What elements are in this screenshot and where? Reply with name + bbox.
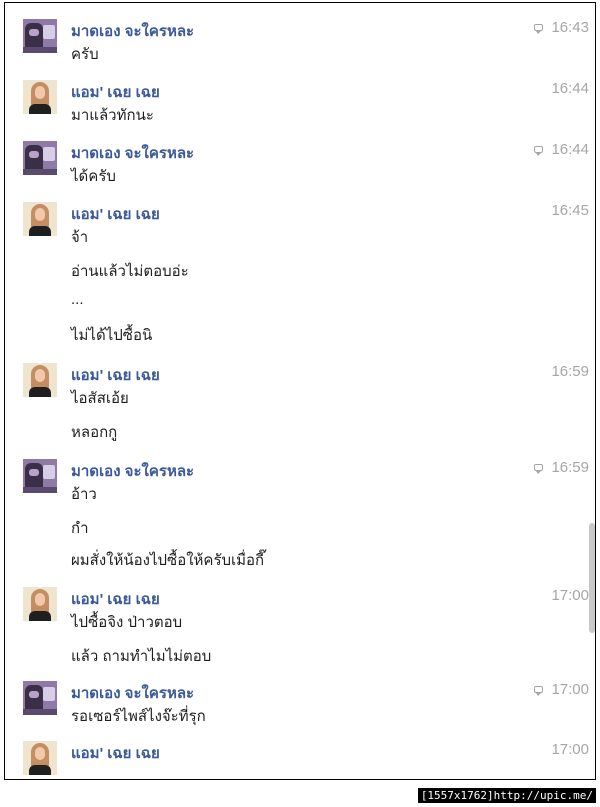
message-time: 16:59 — [551, 363, 589, 380]
message-time: 16:43 — [551, 19, 589, 36]
female-avatar[interactable] — [23, 587, 57, 621]
message-text: ไอสัสเอ้ย — [71, 390, 129, 407]
message-time: 16:59 — [551, 459, 589, 476]
message-time: 16:44 — [551, 80, 589, 97]
message-time: 16:44 — [551, 141, 589, 158]
scrollbar-thumb[interactable] — [589, 523, 595, 633]
message-text: ครับ — [71, 46, 99, 63]
read-receipt-icon — [534, 464, 543, 474]
sender-name[interactable]: มาดเอง จะใครหละ — [71, 141, 194, 165]
sender-name[interactable]: แอม' เฉย เฉย — [71, 80, 160, 104]
message-text: อ้าว — [71, 486, 97, 503]
sender-name[interactable]: แอม' เฉย เฉย — [71, 587, 160, 611]
message-time: 16:45 — [551, 202, 589, 219]
message-text: ผมสั่งให้น้องไปซื้อให้ครับเมื่อกี๊ — [71, 552, 265, 569]
male-avatar[interactable] — [23, 459, 57, 493]
message-text: กำ — [71, 520, 89, 537]
male-avatar[interactable] — [23, 681, 57, 715]
message-text: มาแล้วทักนะ — [71, 107, 154, 124]
sender-name[interactable]: แอม' เฉย เฉย — [71, 741, 160, 765]
message-text: รอเซอร์ไพส์ไงจ๊ะที่รุก — [71, 708, 206, 725]
message-text: จ้า — [71, 229, 89, 246]
read-receipt-icon — [534, 24, 543, 34]
male-avatar[interactable] — [23, 141, 57, 175]
sender-name[interactable]: แอม' เฉย เฉย — [71, 202, 160, 226]
chat-window: มาดเอง จะใครหละ 16:43 ครับ แอม' เฉย เฉย … — [4, 2, 596, 780]
female-avatar[interactable] — [23, 363, 57, 397]
message-text: แล้ว ถามทำไมไม่ตอบ — [71, 648, 212, 665]
message-text: หลอกกู — [71, 424, 118, 441]
sender-name[interactable]: มาดเอง จะใครหละ — [71, 459, 194, 483]
male-avatar[interactable] — [23, 19, 57, 53]
message-text: ไม่ได้ไปซื้อนิ — [71, 327, 153, 344]
female-avatar[interactable] — [23, 741, 57, 775]
message-time: 17:00 — [551, 681, 589, 698]
message-text: อ่านแล้วไม่ตอบอ่ะ — [71, 263, 189, 280]
message-time: 17:00 — [551, 741, 589, 758]
watermark: [1557x1762]http://upic.me/ — [417, 788, 596, 803]
message-text: ได้ครับ — [71, 168, 116, 185]
message-text: ไปซื้อจิง ป่าวตอบ — [71, 614, 183, 631]
sender-name[interactable]: มาดเอง จะใครหละ — [71, 681, 194, 705]
female-avatar[interactable] — [23, 80, 57, 114]
read-receipt-icon — [534, 146, 543, 156]
female-avatar[interactable] — [23, 202, 57, 236]
sender-name[interactable]: มาดเอง จะใครหละ — [71, 19, 194, 43]
message-text: ... — [71, 291, 84, 308]
read-receipt-icon — [534, 686, 543, 696]
message-time: 17:00 — [551, 587, 589, 604]
sender-name[interactable]: แอม' เฉย เฉย — [71, 363, 160, 387]
